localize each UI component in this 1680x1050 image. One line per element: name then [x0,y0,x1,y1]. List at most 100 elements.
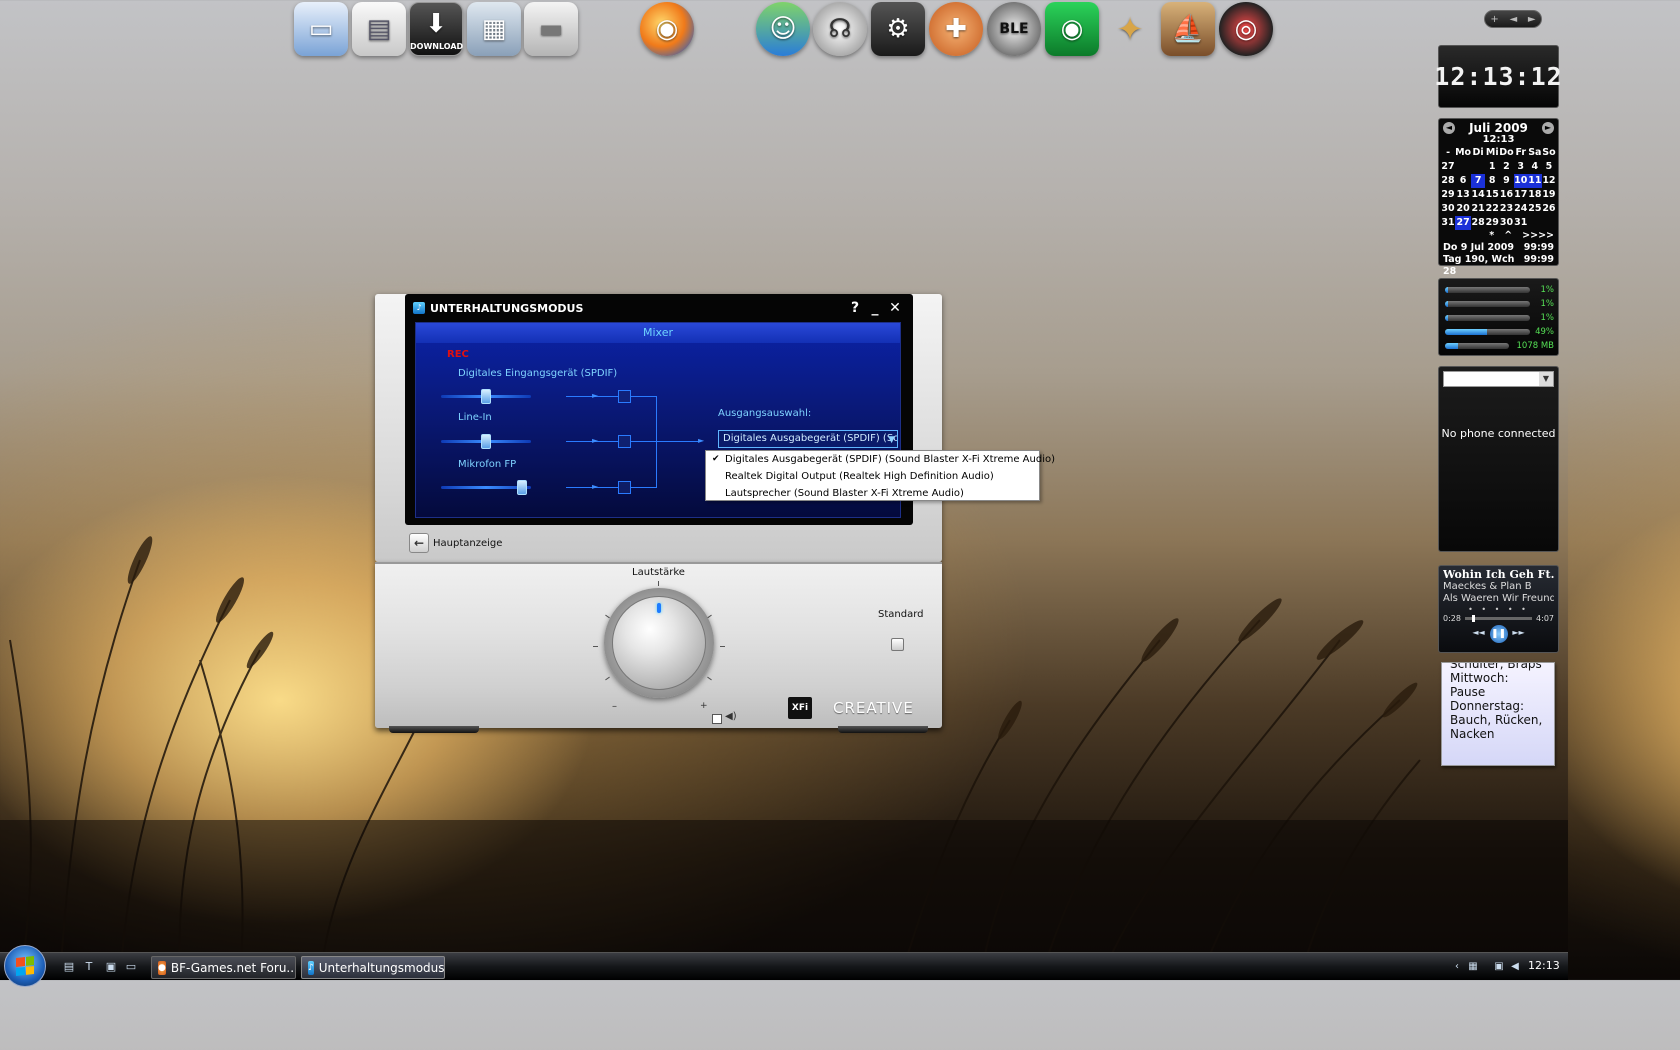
volume-knob-face[interactable] [612,596,706,690]
computer-icon[interactable]: ▭ [294,2,348,56]
help-button[interactable]: ? [845,300,865,316]
calendar-day[interactable]: 21 [1471,202,1485,216]
calendar-day[interactable]: 2 [1499,160,1513,174]
route-checkbox-spdif[interactable] [618,390,631,403]
route-checkbox-mic[interactable] [618,481,631,494]
show-desktop-icon[interactable]: ▤ [62,960,76,974]
slider-thumb[interactable] [481,434,491,449]
route-checkbox-line-in[interactable] [618,435,631,448]
calendar-next-icon[interactable]: ► [1542,121,1554,134]
track-rating[interactable]: • • • • • [1443,605,1554,614]
gimp-icon[interactable]: ✦ [1103,2,1157,56]
calendar-day-highlighted[interactable]: 27 [1455,216,1472,230]
window-titlebar[interactable]: ♪ UNTERHALTUNGSMODUS ? _ ✕ [405,294,913,322]
volume-icon[interactable]: ◀ [1508,960,1522,974]
calendar-day[interactable]: 15 [1485,188,1499,202]
calendar-day[interactable] [1542,216,1556,230]
switch-windows-icon[interactable]: ▣ [104,960,118,974]
slider-thumb[interactable] [517,480,527,495]
calendar-day[interactable]: 14 [1471,188,1485,202]
calendar-day[interactable]: 30 [1499,216,1513,230]
calendar-day[interactable] [1528,216,1542,230]
calendar-day[interactable]: 9 [1499,174,1513,188]
calendar-nav-star[interactable]: * [1489,230,1494,242]
track-progress[interactable] [1464,615,1533,622]
calendar-day[interactable]: 18 [1528,188,1542,202]
pictures-icon[interactable]: ▦ [467,2,521,56]
sidebar-add-button[interactable]: + [1490,14,1498,25]
rewind-icon[interactable]: ◄◄ [1472,628,1486,640]
slider-line-in[interactable] [441,434,531,449]
mute-checkbox[interactable] [712,714,722,724]
pause-icon[interactable]: ❚❚ [1489,625,1508,643]
test-drive-icon[interactable]: ◎ [1219,2,1273,56]
text-editor-icon[interactable]: T [82,960,96,974]
calendar-day[interactable]: 23 [1499,202,1513,216]
track-progress-handle[interactable] [1472,615,1476,622]
steam-icon[interactable]: ⚙ [871,2,925,56]
main-view-label[interactable]: Hauptanzeige [433,538,502,549]
messenger-icon[interactable]: ☺ [756,2,810,56]
ble-icon[interactable]: BLE [987,2,1041,56]
calendar-day[interactable]: 28 [1471,216,1485,230]
dropdown-option[interactable]: ✔ Digitales Ausgabegerät (SPDIF) (Sound B… [706,451,1055,468]
dropdown-option[interactable]: Lautsprecher (Sound Blaster X-Fi Xtreme … [706,485,1039,502]
drive-icon[interactable]: ▬ [524,2,578,56]
headphones-icon[interactable]: ☊ [813,2,867,56]
chevron-down-icon[interactable]: ▼ [1539,372,1553,386]
calendar-day[interactable]: 29 [1485,216,1499,230]
volume-knob[interactable] [604,588,714,698]
tray-clock[interactable]: 12:13 [1528,959,1560,972]
calendar-day[interactable]: 12 [1542,174,1556,188]
calendar-day-highlighted[interactable]: 11 [1527,174,1542,188]
back-arrow-icon[interactable]: ← [409,533,429,553]
tab-mixer[interactable]: Mixer [416,323,900,343]
calendar-day[interactable]: 26 [1542,202,1556,216]
dropdown-option[interactable]: Realtek Digital Output (Realtek High Def… [706,468,1039,485]
calendar-day[interactable]: 4 [1528,160,1542,174]
calendar-day[interactable]: 17 [1514,188,1528,202]
calendar-day[interactable]: 3 [1514,160,1528,174]
calendar-day[interactable]: 22 [1485,202,1499,216]
chevron-left-icon[interactable]: ‹ [1450,960,1464,974]
fast-forward-icon[interactable]: ►► [1512,628,1526,640]
calendar-day[interactable] [1455,160,1471,174]
explorer-icon[interactable]: ▭ [124,960,138,974]
calendar-day-highlighted[interactable]: 10 [1513,174,1528,188]
taskbar-item-creative[interactable]: ♪ Unterhaltungsmodus [301,956,445,979]
taskbar-item-firefox[interactable]: ● BF-Games.net Foru... [151,956,296,979]
close-button[interactable]: ✕ [885,300,905,316]
ship-icon[interactable]: ⛵ [1161,2,1215,56]
sidebar-prev-button[interactable]: ◄ [1509,14,1517,25]
calendar-nav-up[interactable]: ^ [1504,230,1512,242]
slider-mic[interactable] [441,480,531,495]
start-button[interactable] [4,945,46,987]
calendar-day[interactable]: 6 [1455,174,1471,188]
minimize-button[interactable]: _ [865,300,885,316]
slider-thumb[interactable] [481,389,491,404]
calendar-nav-forward[interactable]: >>>> [1522,230,1554,242]
download-icon[interactable]: ⬇ DOWNLOAD [409,2,463,56]
calendar-day[interactable]: 16 [1499,188,1513,202]
slider-spdif[interactable] [441,389,531,404]
calendar-day[interactable]: 5 [1542,160,1556,174]
chevron-down-icon[interactable]: ▼ [888,432,895,447]
output-select[interactable]: Digitales Ausgabegerät (SPDIF) (Sou ▼ [718,430,898,448]
documents-icon[interactable]: ▤ [352,2,406,56]
calendar-day[interactable]: 20 [1455,202,1471,216]
firefox-icon[interactable]: ◉ [640,2,694,56]
standard-button[interactable] [891,638,904,651]
calendar-day[interactable]: 25 [1528,202,1542,216]
phone-select[interactable]: ▼ [1443,371,1554,387]
calendar-day[interactable]: 31 [1514,216,1528,230]
calendar-day[interactable]: 13 [1455,188,1471,202]
network-icon[interactable]: ▦ [1466,960,1480,974]
eye-icon[interactable]: ◉ [1045,2,1099,56]
calendar-day[interactable]: 19 [1542,188,1556,202]
calendar-day[interactable] [1471,160,1485,174]
clock-gadget[interactable]: 12:13:12 [1434,45,1562,108]
sticky-note[interactable]: Schulter, Braps Mittwoch: Pause Donnerst… [1441,662,1555,766]
sidebar-next-button[interactable]: ► [1528,14,1536,25]
tf2-icon[interactable]: ✚ [929,2,983,56]
monitor-icon[interactable]: ▣ [1492,960,1506,974]
